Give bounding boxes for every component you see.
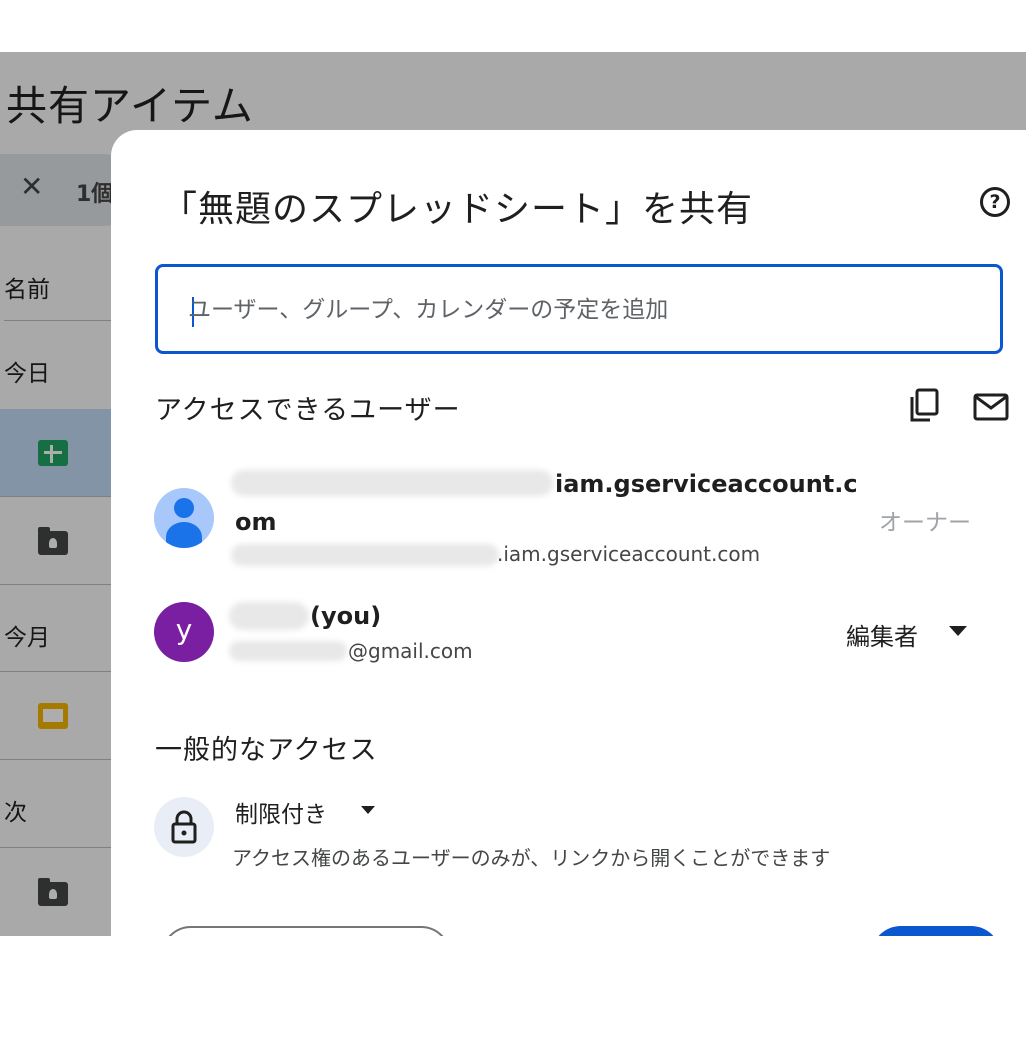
lock-icon: [171, 810, 197, 844]
copy-emails-icon[interactable]: [908, 388, 942, 424]
avatar: y: [154, 602, 214, 662]
avatar: [154, 488, 214, 548]
redacted-email: [229, 641, 347, 661]
person-email: .iam.gserviceaccount.com: [497, 542, 761, 566]
access-description: アクセス権のあるユーザーのみが、リンクから開くことができます: [232, 846, 831, 870]
person-email: @gmail.com: [348, 639, 473, 663]
access-level-dropdown[interactable]: 制限付き: [235, 795, 327, 829]
dialog-title: 「無題のスプレッドシート」を共有: [161, 189, 754, 230]
share-dialog: 「無題のスプレッドシート」を共有 ? アクセスできるユーザー iam.gserv…: [111, 130, 1026, 936]
email-icon[interactable]: [973, 392, 1009, 422]
add-people-input[interactable]: [188, 291, 968, 329]
person-icon: [174, 498, 194, 518]
person-name: (you): [310, 602, 382, 630]
person-name: iam.gserviceaccount.c: [555, 470, 858, 498]
redacted-email: [231, 544, 499, 566]
caret-down-icon[interactable]: [949, 626, 967, 636]
role-label-owner: オーナー: [879, 510, 971, 536]
people-with-access-heading: アクセスできるユーザー: [155, 395, 461, 426]
person-name-continued: om: [235, 508, 277, 536]
access-icon-badge: [154, 797, 214, 857]
redacted-name: [229, 602, 309, 630]
general-access-heading: 一般的なアクセス: [155, 735, 378, 766]
help-icon[interactable]: ?: [980, 187, 1010, 217]
copy-link-button[interactable]: [161, 926, 451, 936]
role-dropdown[interactable]: 編集者: [846, 617, 918, 652]
redacted-name: [231, 470, 553, 496]
add-people-field[interactable]: [155, 264, 1003, 354]
caret-down-icon[interactable]: [361, 806, 375, 814]
done-button[interactable]: [871, 926, 1001, 936]
